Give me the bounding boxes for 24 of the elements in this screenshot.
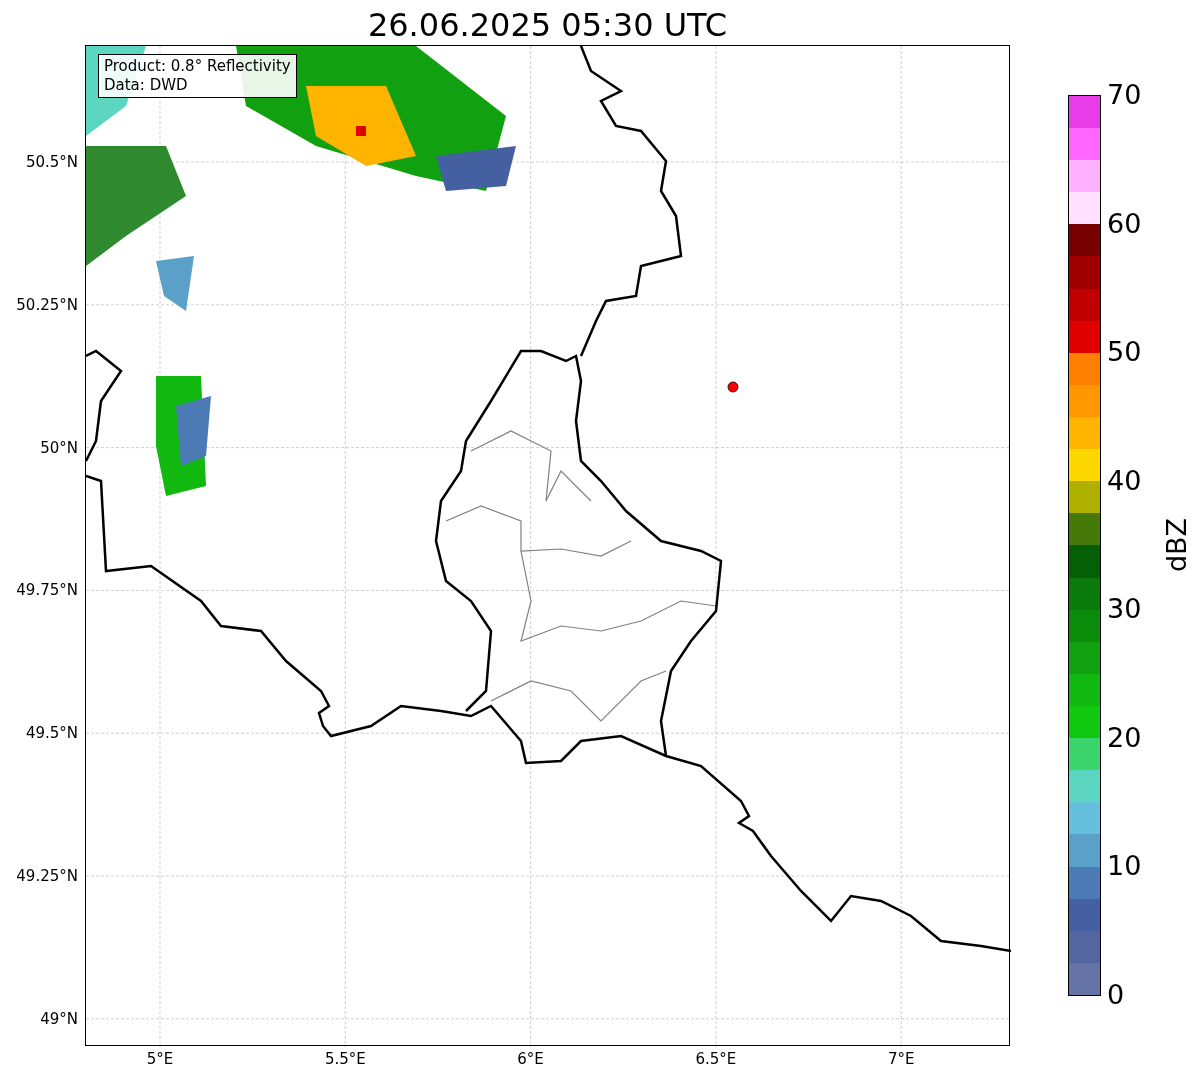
colorbar-tick-label: 30 (1107, 594, 1142, 625)
info-text: Data: DWD (104, 76, 189, 95)
colorbar-tick-label: 10 (1107, 851, 1142, 882)
info-text: Product: 0.8° Reflectivity (104, 57, 291, 76)
longitude-label: 5°E (146, 1050, 174, 1068)
longitude-label: 6.5°E (695, 1050, 737, 1068)
latitude-label: 49.75°N (16, 581, 78, 600)
latitude-label: 50.25°N (16, 295, 78, 314)
latitude-label: 49.5°N (25, 724, 78, 743)
colorbar-tick-label: 40 (1107, 465, 1142, 496)
longitude-label: 5.5°E (324, 1050, 366, 1068)
colorbar-tick-label: 20 (1107, 722, 1142, 753)
longitude-label: 6°E (517, 1050, 544, 1068)
colorbar-label: dBZ (1162, 517, 1193, 573)
chart-title: 26.06.2025 05:30 UTC (367, 5, 728, 45)
colorbar-tick-label: 50 (1107, 337, 1142, 368)
colorbar-tick-label: 70 (1107, 80, 1142, 110)
latitude-label: 49°N (40, 1009, 78, 1028)
colorbar-tick-label: 0 (1107, 980, 1125, 1010)
latitude-label: 49.25°N (16, 867, 78, 885)
latitude-label: 50°N (40, 438, 78, 457)
latitude-label: 50.5°N (25, 153, 78, 171)
colorbar-tick-label: 60 (1107, 208, 1142, 239)
longitude-label: 7°E (887, 1050, 915, 1068)
